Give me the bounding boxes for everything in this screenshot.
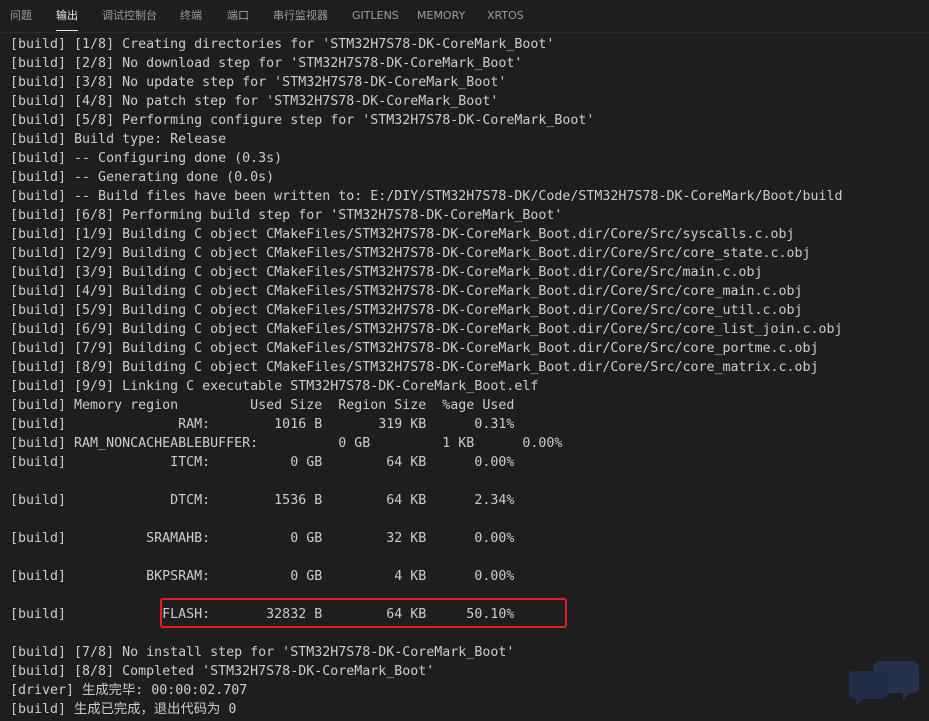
- tab-debug-console[interactable]: 调试控制台: [102, 0, 157, 32]
- output-line: [build] [3/9] Building C object CMakeFil…: [10, 265, 763, 280]
- tab-serial-monitor[interactable]: 串行监视器: [273, 0, 328, 32]
- output-line: [build] RAM_NONCACHEABLEBUFFER: 0 GB 1 K…: [10, 436, 563, 451]
- output-line: [driver] 生成完毕: 00:00:02.707: [10, 683, 248, 698]
- output-line: [build] DTCM: 1536 B 64 KB 2.34%: [10, 493, 515, 508]
- output-line: [build] [3/8] No update step for 'STM32H…: [10, 75, 507, 90]
- tab-terminal[interactable]: 终端: [180, 0, 202, 32]
- output-line: [build] [9/9] Linking C executable STM32…: [10, 379, 539, 394]
- output-line: [build] [2/9] Building C object CMakeFil…: [10, 246, 811, 261]
- tab-problems[interactable]: 问题: [10, 0, 32, 32]
- output-line: [build] [4/9] Building C object CMakeFil…: [10, 284, 803, 299]
- output-line: [build] [7/8] No install step for 'STM32…: [10, 645, 515, 660]
- output-line: [build] RAM: 1016 B 319 KB 0.31%: [10, 417, 515, 432]
- tab-memory[interactable]: MEMORY: [417, 0, 465, 32]
- output-line: [build] [5/9] Building C object CMakeFil…: [10, 303, 803, 318]
- output-line: [build] [4/8] No patch step for 'STM32H7…: [10, 94, 499, 109]
- output-line: [build] [5/8] Performing configure step …: [10, 113, 595, 128]
- output-line: [build] [8/9] Building C object CMakeFil…: [10, 360, 819, 375]
- output-line: [build] BKPSRAM: 0 GB 4 KB 0.00%: [10, 569, 515, 584]
- output-line: [build] -- Configuring done (0.3s): [10, 151, 283, 166]
- output-line: [build] -- Generating done (0.0s): [10, 170, 275, 185]
- panel-tab-bar: 问题 输出 调试控制台 终端 端口 串行监视器 GITLENS MEMORY X…: [0, 0, 929, 33]
- tab-xrtos[interactable]: XRTOS: [487, 0, 524, 32]
- output-line: [build] [6/8] Performing build step for …: [10, 208, 563, 223]
- output-line: [build] [1/8] Creating directories for '…: [10, 37, 555, 52]
- tab-ports[interactable]: 端口: [227, 0, 249, 32]
- output-line: [build] Memory region Used Size Region S…: [10, 398, 515, 413]
- output-line: [build] -- Build files have been written…: [10, 189, 843, 204]
- output-line: [build] ITCM: 0 GB 64 KB 0.00%: [10, 455, 515, 470]
- chat-bubble-icon: [849, 661, 919, 706]
- output-line: [build] [7/9] Building C object CMakeFil…: [10, 341, 819, 356]
- output-line: [build] [1/9] Building C object CMakeFil…: [10, 227, 795, 242]
- tab-output[interactable]: 输出: [56, 0, 78, 32]
- output-line: [build] [8/8] Completed 'STM32H7S78-DK-C…: [10, 664, 435, 679]
- output-line: [build] SRAMAHB: 0 GB 32 KB 0.00%: [10, 531, 515, 546]
- output-line: [build] 生成已完成，退出代码为 0: [10, 702, 237, 717]
- output-line: [build] [6/9] Building C object CMakeFil…: [10, 322, 843, 337]
- output-line: [build] [2/8] No download step for 'STM3…: [10, 56, 523, 71]
- tab-gitlens[interactable]: GITLENS: [352, 0, 399, 32]
- output-line: [build] Build type: Release: [10, 132, 227, 147]
- flash-usage-highlight: [160, 598, 567, 628]
